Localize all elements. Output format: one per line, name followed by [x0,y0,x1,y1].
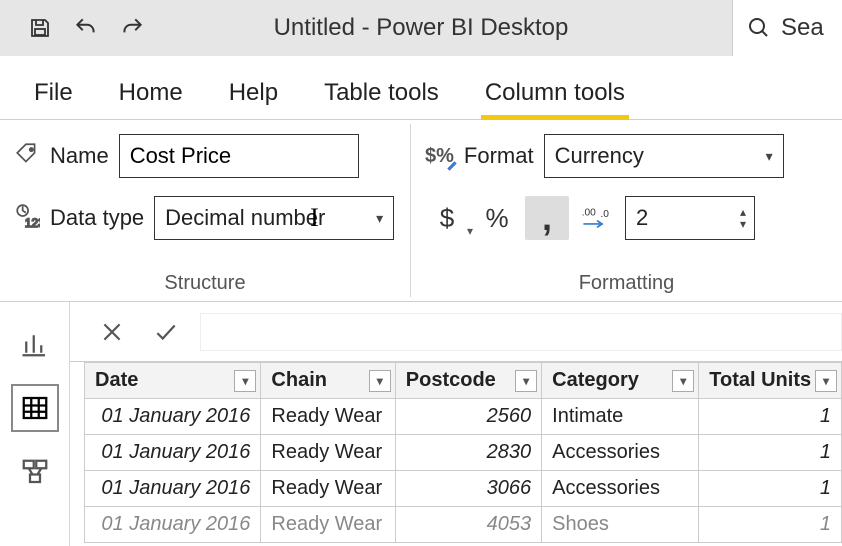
currency-icon: $ [440,203,454,234]
check-icon [153,319,179,345]
undo-icon[interactable] [72,14,100,42]
datatype-icon: 123 [14,203,40,234]
formula-bar-input[interactable] [200,313,842,351]
formula-commit-button[interactable] [146,312,186,352]
column-header-chain[interactable]: Chain [271,369,327,391]
svg-text:.0: .0 [600,209,609,220]
save-icon[interactable] [26,14,54,42]
decimal-places-value: 2 [626,205,732,231]
search-box[interactable]: Sea [732,0,842,56]
decrease-decimals-button[interactable]: .00 .0 [575,196,619,240]
group-formatting-label: Formatting [425,272,828,295]
model-view-button[interactable] [15,452,55,492]
tab-file[interactable]: File [30,69,77,119]
filter-icon[interactable] [369,370,391,392]
percent-icon: % [485,203,508,234]
decimal-places-stepper[interactable]: 2 ▴ ▾ [625,196,755,240]
tab-column-tools[interactable]: Column tools [481,69,629,119]
search-placeholder: Sea [781,14,824,42]
svg-text:123: 123 [25,215,40,228]
group-structure-label: Structure [14,272,396,295]
name-icon [14,141,40,172]
datatype-label: Data type [50,205,144,231]
datatype-select[interactable]: Decimal number I ▾ [154,196,394,240]
column-header-category[interactable]: Category [552,369,639,391]
format-select[interactable]: Currency ▾ [544,134,784,178]
step-down-icon[interactable]: ▾ [740,218,746,230]
percent-format-button[interactable]: % [475,196,519,240]
format-value: Currency [555,143,644,169]
datatype-value: Decimal number [165,205,325,231]
column-header-postcode[interactable]: Postcode [406,369,496,391]
search-icon [747,16,771,40]
format-icon: $% [425,145,454,168]
table-row[interactable]: 01 January 2016 Ready Wear 4053 Shoes 1 [85,507,842,543]
data-grid[interactable]: Date Chain Postcode Category [84,362,842,543]
report-view-button[interactable] [15,324,55,364]
column-name-input[interactable] [119,134,359,178]
redo-icon[interactable] [118,14,146,42]
currency-format-button[interactable]: $ ▾ [425,196,469,240]
decimals-icon: .00 .0 [580,203,614,233]
table-row[interactable]: 01 January 2016 Ready Wear 2560 Intimate… [85,399,842,435]
filter-icon[interactable] [234,370,256,392]
data-view-button[interactable] [15,388,55,428]
table-row[interactable]: 01 January 2016 Ready Wear 3066 Accessor… [85,471,842,507]
tab-help[interactable]: Help [225,69,282,119]
column-header-totalunits[interactable]: Total Units [709,369,811,391]
name-label: Name [50,143,109,169]
filter-icon[interactable] [672,370,694,392]
formula-cancel-button[interactable] [92,312,132,352]
format-label: Format [464,143,534,169]
chevron-down-icon: ▾ [766,148,773,165]
chevron-down-icon: ▾ [467,224,473,238]
thousands-separator-button[interactable]: , [525,196,569,240]
close-icon [99,319,125,345]
tab-table-tools[interactable]: Table tools [320,69,443,119]
table-row[interactable]: 01 January 2016 Ready Wear 2830 Accessor… [85,435,842,471]
column-header-date[interactable]: Date [95,369,138,391]
tab-home[interactable]: Home [115,69,187,119]
filter-icon[interactable] [515,370,537,392]
filter-icon[interactable] [815,370,837,392]
svg-text:.00: .00 [582,207,596,218]
comma-icon: , [542,211,552,225]
chevron-down-icon: ▾ [376,210,383,227]
